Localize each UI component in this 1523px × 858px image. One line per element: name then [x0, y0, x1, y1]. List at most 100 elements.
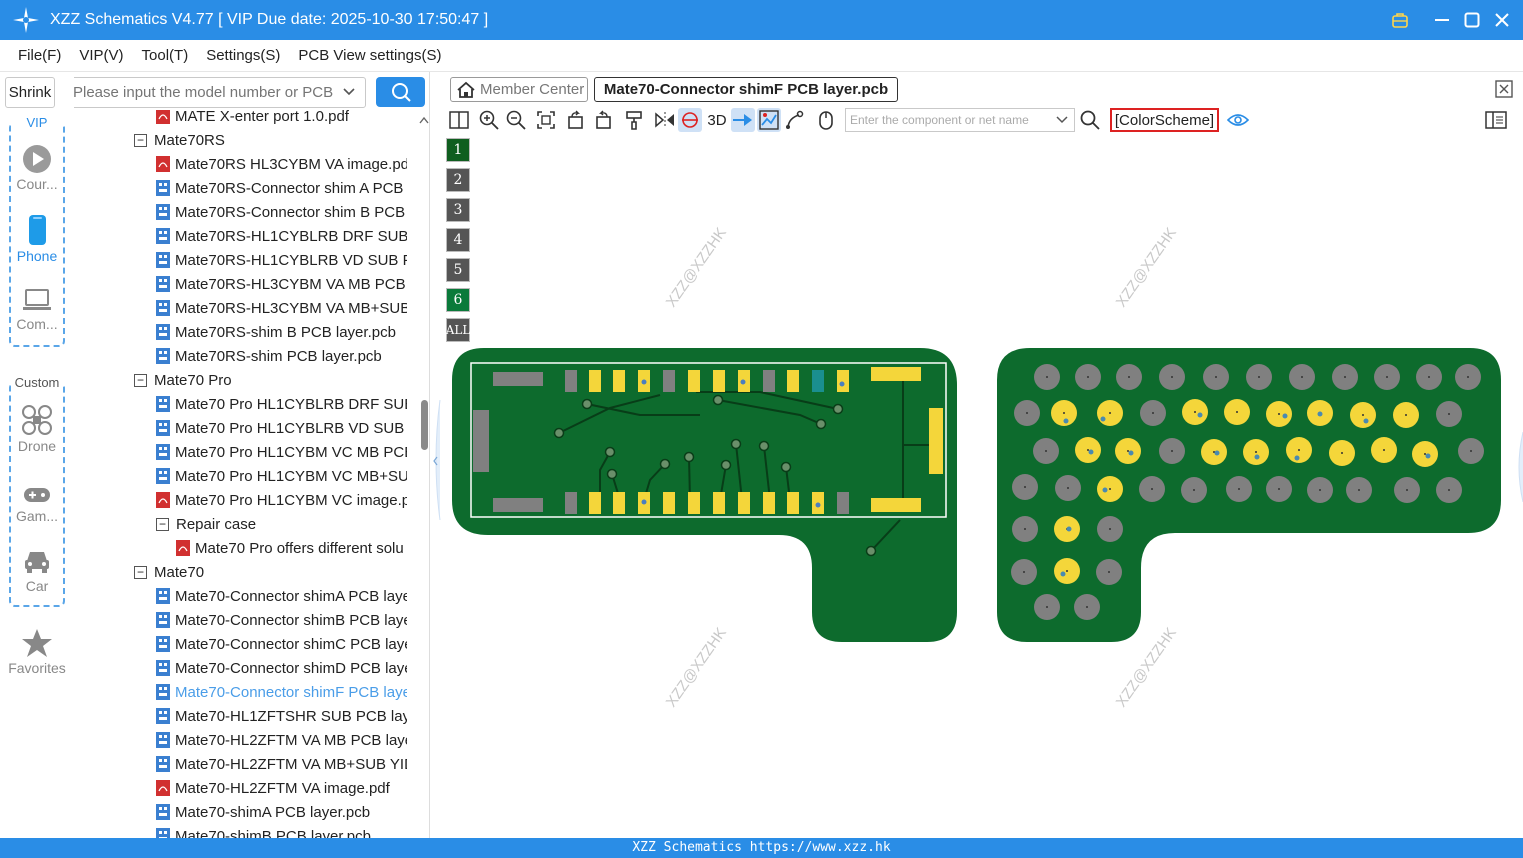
via [581, 398, 593, 410]
side-panel-icon[interactable] [1484, 108, 1508, 132]
scroll-thumb[interactable] [421, 400, 428, 450]
tree-file[interactable]: Mate70 Pro HL1CYBM VC MB PCB [156, 440, 407, 464]
menu-vip[interactable]: VIP(V) [71, 47, 131, 64]
menu-pcb-view-settings[interactable]: PCB View settings(S) [290, 47, 449, 64]
model-search-field[interactable] [74, 77, 366, 108]
shrink-button[interactable]: Shrink [5, 77, 55, 108]
rail-item-car[interactable]: Car [11, 546, 63, 594]
right-panel-handle[interactable] [1515, 432, 1523, 502]
tree-file[interactable]: Mate70-HL2ZFTM VA MB PCB laye [156, 728, 407, 752]
via [720, 459, 732, 471]
via [604, 446, 616, 458]
bga-ball-center [1063, 412, 1065, 414]
tree-file[interactable]: Mate70RS-Connector shim A PCB l [156, 176, 407, 200]
tree-file[interactable]: Mate70 Pro HL1CYBLRB VD SUB PC [156, 416, 407, 440]
view-3d-button[interactable]: 3D [704, 108, 730, 132]
bga-ball-center [1193, 489, 1195, 491]
tree-file[interactable]: Mate70-HL2ZFTM VA image.pdf [156, 776, 390, 800]
rail-item-phone[interactable]: Phone [11, 214, 63, 264]
tree-file[interactable]: Mate70 Pro HL1CYBLRB DRF SUB F [156, 392, 407, 416]
tree-file[interactable]: Mate70-Connector shimB PCB laye [156, 608, 407, 632]
collapse-toggle-icon[interactable]: − [134, 373, 147, 387]
tree-scrollbar[interactable] [419, 110, 429, 838]
split-view-icon[interactable] [447, 108, 471, 132]
fit-view-icon[interactable] [534, 108, 558, 132]
star-icon [22, 629, 52, 657]
search-button[interactable] [376, 77, 425, 107]
tree-folder[interactable]: − Repair case [156, 512, 256, 536]
close-pane-icon[interactable] [1495, 80, 1513, 98]
menu-settings[interactable]: Settings(S) [198, 47, 288, 64]
tree-file[interactable]: Mate70RS HL3CYBM VA image.pdf [156, 152, 407, 176]
pdf-file-icon [156, 110, 170, 124]
close-icon[interactable] [1491, 9, 1513, 31]
tree-file[interactable]: Mate70 Pro offers different solu [176, 536, 404, 560]
rail-item-game[interactable]: Gam... [11, 484, 63, 524]
model-search-input[interactable] [74, 84, 333, 101]
tree-file[interactable]: Mate70-Connector shimD PCB laye [156, 656, 407, 680]
tree-folder[interactable]: − Mate70 [134, 560, 204, 584]
rotate-left-icon[interactable] [564, 108, 588, 132]
mirror-icon[interactable] [653, 108, 677, 132]
image-overlay-icon[interactable] [757, 108, 781, 132]
tree-folder[interactable]: − Mate70 Pro [134, 368, 232, 392]
format-brush-icon[interactable] [622, 108, 646, 132]
rail-item-favorites[interactable]: Favorites [0, 628, 74, 676]
mouse-icon[interactable] [814, 108, 838, 132]
tree-item-label: Mate70-Connector shimC PCB laye [175, 635, 407, 653]
eye-icon[interactable] [1226, 108, 1250, 132]
minimize-icon[interactable] [1431, 9, 1453, 31]
tree-item-label: Mate70 [154, 563, 205, 581]
maximize-icon[interactable] [1461, 9, 1483, 31]
tree-file[interactable]: Mate70 Pro HL1CYBM VC image.pc [156, 488, 407, 512]
tree-file[interactable]: Mate70-shimB PCB layer.pcb [156, 824, 371, 838]
chevron-down-icon[interactable] [341, 84, 357, 100]
bga-ball-center [1258, 376, 1260, 378]
tab-pcb-file[interactable]: Mate70-Connector shimF PCB layer.pcb [594, 77, 898, 102]
tree-folder[interactable]: − Mate70RS [134, 128, 225, 152]
rail-item-computer[interactable]: Com... [11, 286, 63, 332]
tab-member-center[interactable]: Member Center [450, 77, 588, 102]
tree-item-label: Mate70RS-HL3CYBM VA MB+SUB [175, 299, 407, 317]
collapse-toggle-icon[interactable]: − [134, 133, 147, 147]
tree-file[interactable]: Mate70-shimA PCB layer.pcb [156, 800, 370, 824]
tree-item-label: Mate70RS HL3CYBM VA image.pdf [175, 155, 407, 173]
rail-item-drone[interactable]: Drone [11, 404, 63, 454]
tree-file[interactable]: Mate70-Connector shimC PCB laye [156, 632, 407, 656]
tree-file[interactable]: Mate70RS-shim B PCB layer.pcb [156, 320, 396, 344]
scroll-up-icon[interactable] [419, 116, 429, 124]
bga-ball-center [1362, 414, 1364, 416]
tree-file[interactable]: Mate70-Connector shimF PCB laye [156, 680, 407, 704]
collapse-toggle-icon[interactable]: − [156, 517, 169, 531]
tree-file[interactable]: Mate70RS-HL3CYBM VA MB+SUB [156, 296, 407, 320]
menu-tool[interactable]: Tool(T) [134, 47, 197, 64]
net-search-field[interactable]: Enter the component or net name [845, 108, 1075, 132]
chevron-down-icon[interactable] [1055, 113, 1069, 127]
tree-file[interactable]: Mate70RS-HL1CYBLRB VD SUB PCI [156, 248, 407, 272]
tree-file[interactable]: Mate70RS-HL1CYBLRB DRF SUB PC [156, 224, 407, 248]
zoom-out-icon[interactable] [504, 108, 528, 132]
tree-file[interactable]: Mate70RS-HL3CYBM VA MB PCB l [156, 272, 407, 296]
tree-file[interactable]: MATE X-enter port 1.0.pdf [156, 110, 349, 128]
rail-item-courses[interactable]: Cour... [11, 144, 63, 192]
color-scheme-button[interactable]: [ColorScheme] [1110, 108, 1219, 132]
tree-file[interactable]: Mate70RS-shim PCB layer.pcb [156, 344, 382, 368]
net-highlight-icon[interactable] [678, 108, 702, 132]
vip-bag-icon[interactable] [1389, 9, 1411, 31]
trace-tool-icon[interactable] [783, 108, 807, 132]
tree-file[interactable]: Mate70-Connector shimA PCB laye [156, 584, 407, 608]
search-icon [391, 83, 411, 102]
rotate-right-icon[interactable] [591, 108, 615, 132]
panel-collapse-handle[interactable] [430, 399, 441, 521]
tree-file[interactable]: Mate70 Pro HL1CYBM VC MB+SUE [156, 464, 407, 488]
collapse-toggle-icon[interactable]: − [134, 565, 147, 579]
tree-file[interactable]: Mate70RS-Connector shim B PCB l [156, 200, 407, 224]
tree-file[interactable]: Mate70-HL2ZFTM VA MB+SUB YID [156, 752, 407, 776]
pcb-file-icon [156, 228, 170, 244]
zoom-in-icon[interactable] [477, 108, 501, 132]
menu-file[interactable]: File(F) [10, 47, 69, 64]
pin-arrow-icon[interactable] [731, 108, 755, 132]
tree-file[interactable]: Mate70-HL1ZFTSHR SUB PCB layer [156, 704, 407, 728]
pcb-canvas[interactable]: XZZ@XZZHK XZZ@XZZHKXZZ@XZZHK XZZ@XZZHK [441, 134, 1523, 838]
net-search-icon[interactable] [1078, 108, 1102, 132]
